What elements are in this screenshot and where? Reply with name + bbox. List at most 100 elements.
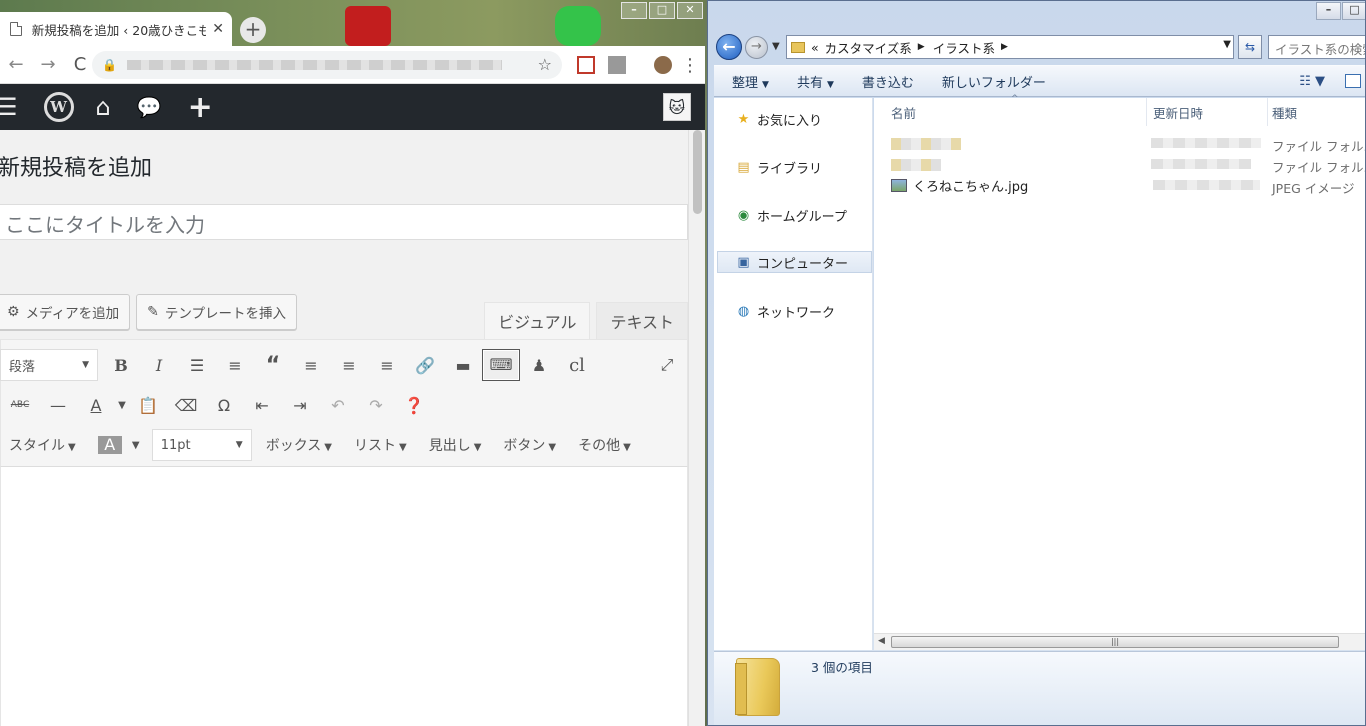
font-size-select[interactable]: 11pt ▼ bbox=[151, 429, 252, 461]
forward-icon[interactable]: → bbox=[745, 36, 768, 59]
chevron-down-icon[interactable]: ▼ bbox=[115, 400, 129, 411]
new-tab-button[interactable]: + bbox=[240, 17, 266, 43]
redo-icon[interactable]: ↷ bbox=[357, 396, 395, 415]
scroll-thumb[interactable]: ||| bbox=[891, 636, 1339, 648]
organize-button[interactable]: 整理 ▼ bbox=[732, 72, 769, 91]
outdent-icon[interactable]: ⇤ bbox=[243, 396, 281, 415]
home-icon[interactable]: ⌂ bbox=[96, 93, 111, 121]
explorer-titlebar[interactable]: – □ bbox=[708, 1, 1365, 31]
chevron-right-icon[interactable]: ▶ bbox=[918, 42, 925, 52]
indent-icon[interactable]: ⇥ bbox=[281, 396, 319, 415]
folder-icon bbox=[791, 41, 805, 53]
horizontal-scrollbar[interactable]: ◀ ||| bbox=[874, 633, 1365, 650]
paste-text-icon[interactable]: 📋 bbox=[129, 396, 167, 415]
new-folder-button[interactable]: 新しいフォルダー bbox=[942, 72, 1046, 91]
box-dropdown[interactable]: ボックス ▼ bbox=[266, 435, 332, 455]
bullet-list-icon[interactable]: ☰ bbox=[178, 356, 216, 375]
undo-icon[interactable]: ↶ bbox=[319, 396, 357, 415]
spy-icon[interactable]: ♟ bbox=[520, 356, 558, 375]
bookmark-star-icon[interactable]: ☆ bbox=[538, 55, 552, 74]
extension-icon-1[interactable] bbox=[577, 56, 595, 74]
nav-item-homegroup[interactable]: ◉ ホームグループ bbox=[714, 204, 872, 226]
scroll-left-icon[interactable]: ◀ bbox=[878, 636, 885, 646]
button-dropdown[interactable]: ボタン ▼ bbox=[503, 435, 556, 455]
align-left-icon[interactable]: ≡ bbox=[292, 356, 330, 375]
new-post-icon[interactable]: + bbox=[188, 90, 213, 125]
tab-text[interactable]: テキスト bbox=[596, 302, 688, 340]
nav-item-libraries[interactable]: ▤ ライブラリ bbox=[714, 156, 872, 178]
link-icon[interactable]: 🔗 bbox=[406, 356, 444, 375]
align-center-icon[interactable]: ≡ bbox=[330, 356, 368, 375]
style-dropdown[interactable]: スタイル ▼ bbox=[9, 435, 76, 455]
chevron-down-icon[interactable]: ▼ bbox=[128, 440, 144, 451]
chevron-right-icon[interactable]: ▶ bbox=[1001, 42, 1008, 52]
column-modified[interactable]: 更新日時 bbox=[1147, 98, 1268, 126]
nav-item-network[interactable]: ◍ ネットワーク bbox=[714, 300, 872, 322]
list-dropdown[interactable]: リスト ▼ bbox=[354, 435, 407, 455]
nav-item-favorites[interactable]: ★ お気に入り bbox=[714, 108, 872, 130]
address-bar[interactable]: 🔒 ☆ bbox=[92, 51, 562, 79]
address-bar[interactable]: « カスタマイズ系 ▶ イラスト系 ▶ ▼ bbox=[786, 35, 1234, 59]
heading-dropdown[interactable]: 見出し ▼ bbox=[429, 435, 482, 455]
text-color-icon[interactable]: A bbox=[77, 396, 115, 415]
breadcrumb-overflow[interactable]: « bbox=[811, 40, 819, 55]
tab-visual[interactable]: ビジュアル bbox=[484, 302, 591, 340]
share-button[interactable]: 共有 ▼ bbox=[797, 72, 834, 91]
chevron-down-icon[interactable]: ▼ bbox=[1223, 39, 1231, 50]
maximize-icon[interactable]: □ bbox=[649, 2, 675, 19]
table-row[interactable] bbox=[891, 154, 941, 175]
menu-dots-icon[interactable]: ⋮ bbox=[680, 55, 700, 76]
wordpress-logo-icon[interactable]: W bbox=[43, 92, 74, 122]
close-window-icon[interactable]: ✕ bbox=[677, 2, 703, 19]
insert-template-button[interactable]: ✎ テンプレートを挿入 bbox=[136, 294, 297, 330]
bold-icon[interactable]: B bbox=[102, 356, 140, 375]
format-select[interactable]: 段落 ▼ bbox=[0, 349, 98, 381]
chevron-down-icon[interactable]: ▼ bbox=[772, 41, 780, 52]
blockquote-icon[interactable]: “ bbox=[254, 353, 292, 378]
clear-formatting-icon[interactable]: ⌫ bbox=[167, 396, 205, 415]
burn-button[interactable]: 書き込む bbox=[862, 72, 914, 91]
close-icon[interactable]: ✕ bbox=[212, 21, 224, 37]
preview-pane-icon[interactable] bbox=[1345, 74, 1361, 88]
breadcrumb-customize[interactable]: カスタマイズ系 bbox=[825, 38, 912, 57]
refresh-icon[interactable]: ⇆ bbox=[1238, 35, 1262, 59]
minimize-icon[interactable]: – bbox=[621, 2, 647, 19]
back-icon[interactable]: ← bbox=[716, 34, 742, 60]
read-more-icon[interactable]: ▬ bbox=[444, 356, 482, 375]
comment-icon[interactable]: 💬 bbox=[137, 95, 162, 119]
search-input[interactable]: イラスト系の検索 bbox=[1268, 35, 1365, 59]
keyboard-icon[interactable]: ⌨ bbox=[482, 349, 520, 381]
special-char-icon[interactable]: Ω bbox=[205, 396, 243, 415]
table-row[interactable]: くろねこちゃん.jpg bbox=[891, 175, 1028, 196]
back-icon[interactable]: ← bbox=[0, 54, 32, 75]
strikethrough-icon[interactable]: ABC bbox=[1, 400, 39, 410]
horizontal-line-icon[interactable]: — bbox=[39, 396, 77, 415]
menu-icon[interactable]: ☰ bbox=[0, 93, 18, 121]
page-scrollbar[interactable] bbox=[688, 130, 705, 726]
background-color-icon[interactable]: A bbox=[97, 436, 122, 454]
profile-avatar-icon[interactable] bbox=[654, 56, 672, 74]
extension-icon-2[interactable] bbox=[608, 56, 626, 74]
scroll-thumb[interactable] bbox=[693, 130, 702, 214]
other-dropdown[interactable]: その他 ▼ bbox=[578, 435, 631, 455]
editor-body[interactable] bbox=[0, 467, 688, 726]
align-right-icon[interactable]: ≡ bbox=[368, 356, 406, 375]
post-title-input[interactable]: ここにタイトルを入力 bbox=[0, 204, 688, 240]
view-options-icon[interactable]: ☷ ▼ bbox=[1299, 74, 1325, 89]
italic-icon[interactable]: I bbox=[140, 356, 178, 375]
fullscreen-icon[interactable]: ⤢ bbox=[648, 355, 686, 375]
add-media-button[interactable]: ⚙ メディアを追加 bbox=[0, 294, 131, 330]
avatar[interactable]: 🐱 bbox=[663, 93, 691, 121]
column-name[interactable]: 名前 bbox=[874, 98, 1147, 126]
table-row[interactable] bbox=[891, 133, 961, 154]
help-icon[interactable]: ❓ bbox=[395, 396, 433, 415]
breadcrumb-illustration[interactable]: イラスト系 bbox=[933, 38, 995, 57]
nav-item-computer[interactable]: ▣ コンピューター bbox=[717, 251, 872, 273]
cl-button[interactable]: cl bbox=[558, 355, 596, 376]
maximize-icon[interactable]: □ bbox=[1342, 2, 1365, 20]
active-tab[interactable]: 新規投稿を追加 ‹ 20歳ひきこも ✕ bbox=[0, 12, 232, 46]
forward-icon[interactable]: → bbox=[32, 54, 64, 75]
numbered-list-icon[interactable]: ≡ bbox=[216, 356, 254, 375]
column-type[interactable]: 種類 bbox=[1268, 98, 1365, 126]
minimize-icon[interactable]: – bbox=[1316, 2, 1341, 20]
